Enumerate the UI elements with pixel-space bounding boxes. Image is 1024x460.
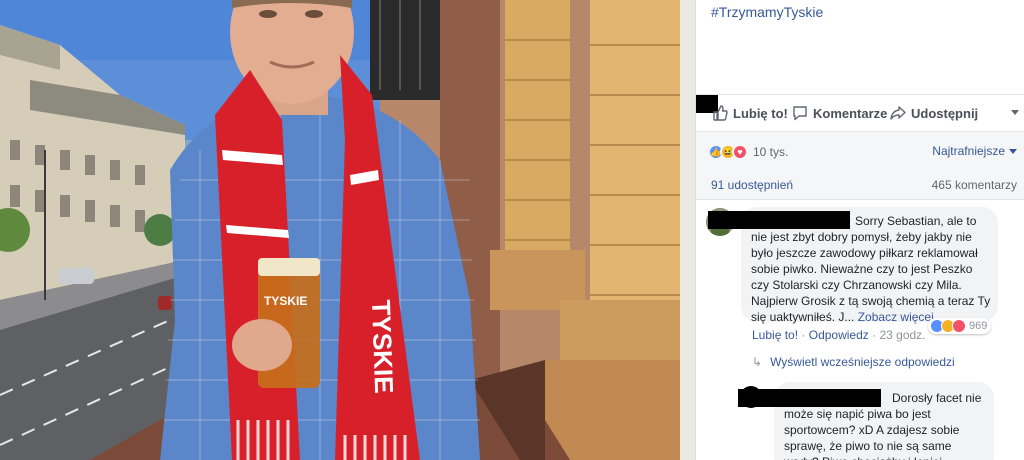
comment-reply-link[interactable]: Odpowiedz xyxy=(809,328,869,342)
sort-label: Najtrafniejsze xyxy=(932,144,1005,158)
thumbs-up-icon xyxy=(713,105,728,121)
share-icon xyxy=(890,106,906,120)
shares-link[interactable]: 91 udostępnień xyxy=(711,178,793,192)
comment-icon xyxy=(793,106,807,121)
caret-down-icon xyxy=(1009,148,1017,154)
like-button-label: Lubię to! xyxy=(733,105,788,121)
view-previous-replies-link[interactable]: ↳ Wyświetl wcześniejsze odpowiedzi xyxy=(752,355,955,369)
scarf-text: TYSKIE xyxy=(366,299,399,394)
post-photo[interactable]: TYSKIE TYSKIE xyxy=(0,0,695,460)
chevron-down-icon[interactable] xyxy=(1011,110,1019,115)
comment-button[interactable]: Komentarze xyxy=(792,105,887,121)
comment-reaction-count: 969 xyxy=(969,320,988,332)
reaction-count: 10 tys. xyxy=(753,145,789,159)
comment-text: Sorry Sebastian, ale to nie jest zbyt do… xyxy=(751,214,991,324)
redacted-author-name[interactable] xyxy=(738,389,881,407)
photo-scene: TYSKIE TYSKIE xyxy=(0,0,695,460)
comment-button-label: Komentarze xyxy=(813,105,888,121)
post-stats: 👍 😆 ♥ 10 tys. Najtrafniejsze 91 udostępn… xyxy=(696,132,1024,200)
love-reaction-icon: ♥ xyxy=(732,144,748,160)
redacted-author-name[interactable] xyxy=(708,211,850,229)
comment-sort-dropdown[interactable]: Najtrafniejsze xyxy=(932,144,1017,158)
comment-timestamp[interactable]: 23 godz. xyxy=(879,328,925,342)
glass-text: TYSKIE xyxy=(264,294,307,308)
share-button-label: Udostępnij xyxy=(911,105,979,121)
reply-arrow-icon: ↳ xyxy=(752,355,763,369)
comment-like-link[interactable]: Lubię to! xyxy=(752,328,798,342)
comment-reactions[interactable]: 969 xyxy=(928,318,992,334)
like-button[interactable]: Lubię to! xyxy=(712,105,788,121)
hashtag-link[interactable]: #TrzymamyTyskie xyxy=(711,4,823,20)
reactions-summary[interactable]: 👍 😆 ♥ 10 tys. xyxy=(708,144,788,160)
see-more-link[interactable]: Zobacz więcej xyxy=(858,310,934,324)
view-previous-replies-label: Wyświetl wcześniejsze odpowiedzi xyxy=(770,355,955,369)
share-button[interactable]: Udostępnij xyxy=(890,105,978,121)
post-side-panel: #TrzymamyTyskie Lubię to! Komentarze Udo… xyxy=(695,0,1024,460)
comment-actions: Lubię to! · Odpowiedz · 23 godz. xyxy=(752,328,926,342)
post-action-bar: Lubię to! Komentarze Udostępnij xyxy=(696,94,1024,132)
love-reaction-icon xyxy=(952,319,966,333)
comments-count[interactable]: 465 komentarzy xyxy=(932,178,1017,192)
